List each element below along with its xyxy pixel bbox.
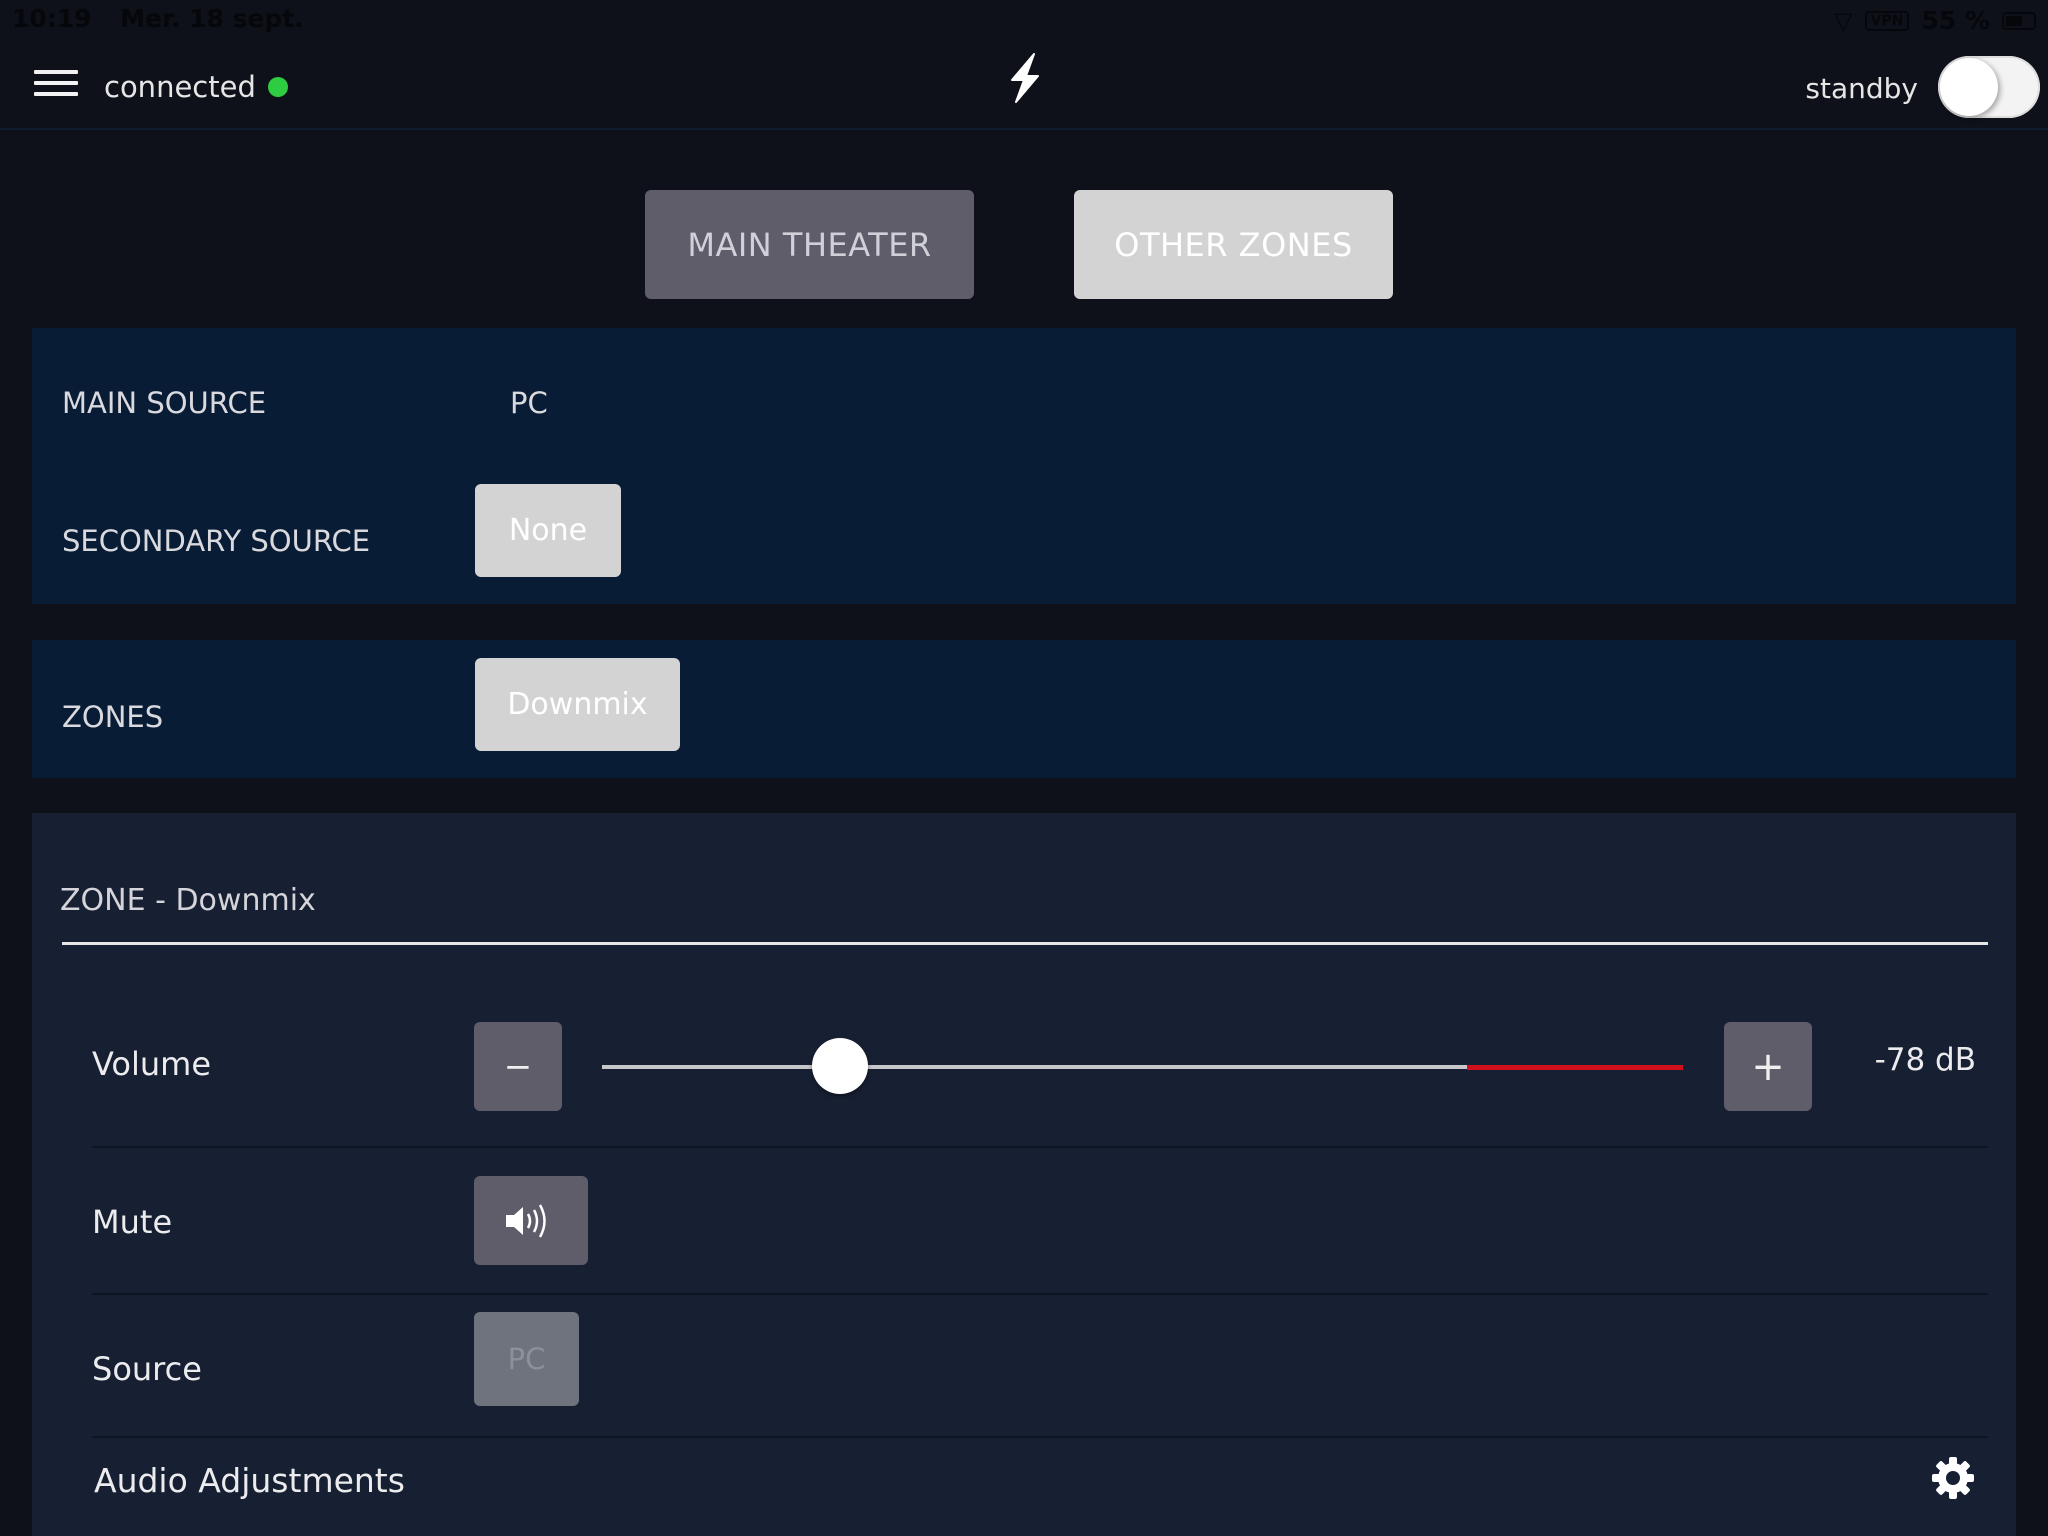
battery-percent: 55 %: [1921, 6, 1990, 35]
zones-panel: ZONES Downmix: [32, 640, 2016, 778]
vpn-badge: VPN: [1864, 10, 1910, 31]
standby-toggle[interactable]: [1938, 56, 2040, 118]
hamburger-icon-line: [34, 70, 78, 74]
gear-icon[interactable]: [1930, 1455, 1976, 1501]
volume-label: Volume: [92, 1045, 212, 1083]
audio-adjustments-label[interactable]: Audio Adjustments: [94, 1461, 405, 1500]
hamburger-icon-line: [34, 92, 78, 96]
menu-button[interactable]: [34, 70, 78, 96]
main-source-label: MAIN SOURCE: [62, 386, 267, 420]
row-divider: [92, 1436, 1988, 1438]
volume-slider-red-zone: [1466, 1065, 1683, 1070]
status-bar: 10:19 Mer. 18 sept. ▽ VPN 55 %: [0, 0, 2048, 40]
lightning-bolt-icon: [1011, 53, 1039, 103]
volume-db-readout: -78 dB: [1874, 1042, 1976, 1078]
status-time-date: 10:19 Mer. 18 sept.: [12, 4, 324, 33]
zones-label: ZONES: [62, 700, 164, 734]
sources-panel: MAIN SOURCE PC SECONDARY SOURCE None: [32, 328, 2016, 604]
zone-title-divider: [62, 942, 1988, 945]
row-divider: [92, 1146, 1988, 1148]
zone-detail-panel: ZONE - Downmix Volume − + -78 dB Mute So…: [32, 813, 2016, 1536]
source-label: Source: [92, 1350, 202, 1388]
tab-main-theater[interactable]: MAIN THEATER: [645, 190, 974, 299]
row-divider: [92, 1293, 1988, 1295]
main-source-value: PC: [510, 386, 548, 420]
status-indicators: ▽ VPN 55 %: [1834, 6, 2036, 35]
zone-title: ZONE - Downmix: [60, 883, 316, 918]
wifi-icon: ▽: [1834, 6, 1853, 35]
plus-icon: +: [1751, 1043, 1785, 1090]
standby-label: standby: [1805, 72, 1918, 105]
zone-select-button[interactable]: Downmix: [475, 658, 680, 751]
battery-icon: [2002, 11, 2036, 30]
secondary-source-button[interactable]: None: [475, 484, 621, 577]
zone-source-button-disabled: PC: [474, 1312, 579, 1406]
app-header: connected standby: [0, 40, 2048, 130]
mute-label: Mute: [92, 1203, 173, 1241]
status-date: Mer. 18 sept.: [120, 4, 304, 33]
tab-other-zones[interactable]: OTHER ZONES: [1074, 190, 1393, 299]
volume-slider-thumb[interactable]: [811, 1038, 868, 1094]
connection-indicator-dot: [267, 77, 288, 97]
toggle-knob: [1940, 58, 1998, 116]
status-time: 10:19: [12, 4, 92, 33]
volume-slider-track[interactable]: [602, 1038, 1683, 1094]
volume-up-button[interactable]: +: [1724, 1022, 1812, 1111]
speaker-volume-icon: [506, 1203, 546, 1238]
hamburger-icon-line: [34, 81, 78, 85]
minus-icon: −: [503, 1046, 533, 1087]
connection-label: connected: [104, 70, 256, 104]
mute-button[interactable]: [474, 1176, 588, 1265]
volume-down-button[interactable]: −: [474, 1022, 562, 1111]
connection-status: connected: [104, 70, 288, 104]
secondary-source-label: SECONDARY SOURCE: [62, 524, 371, 558]
